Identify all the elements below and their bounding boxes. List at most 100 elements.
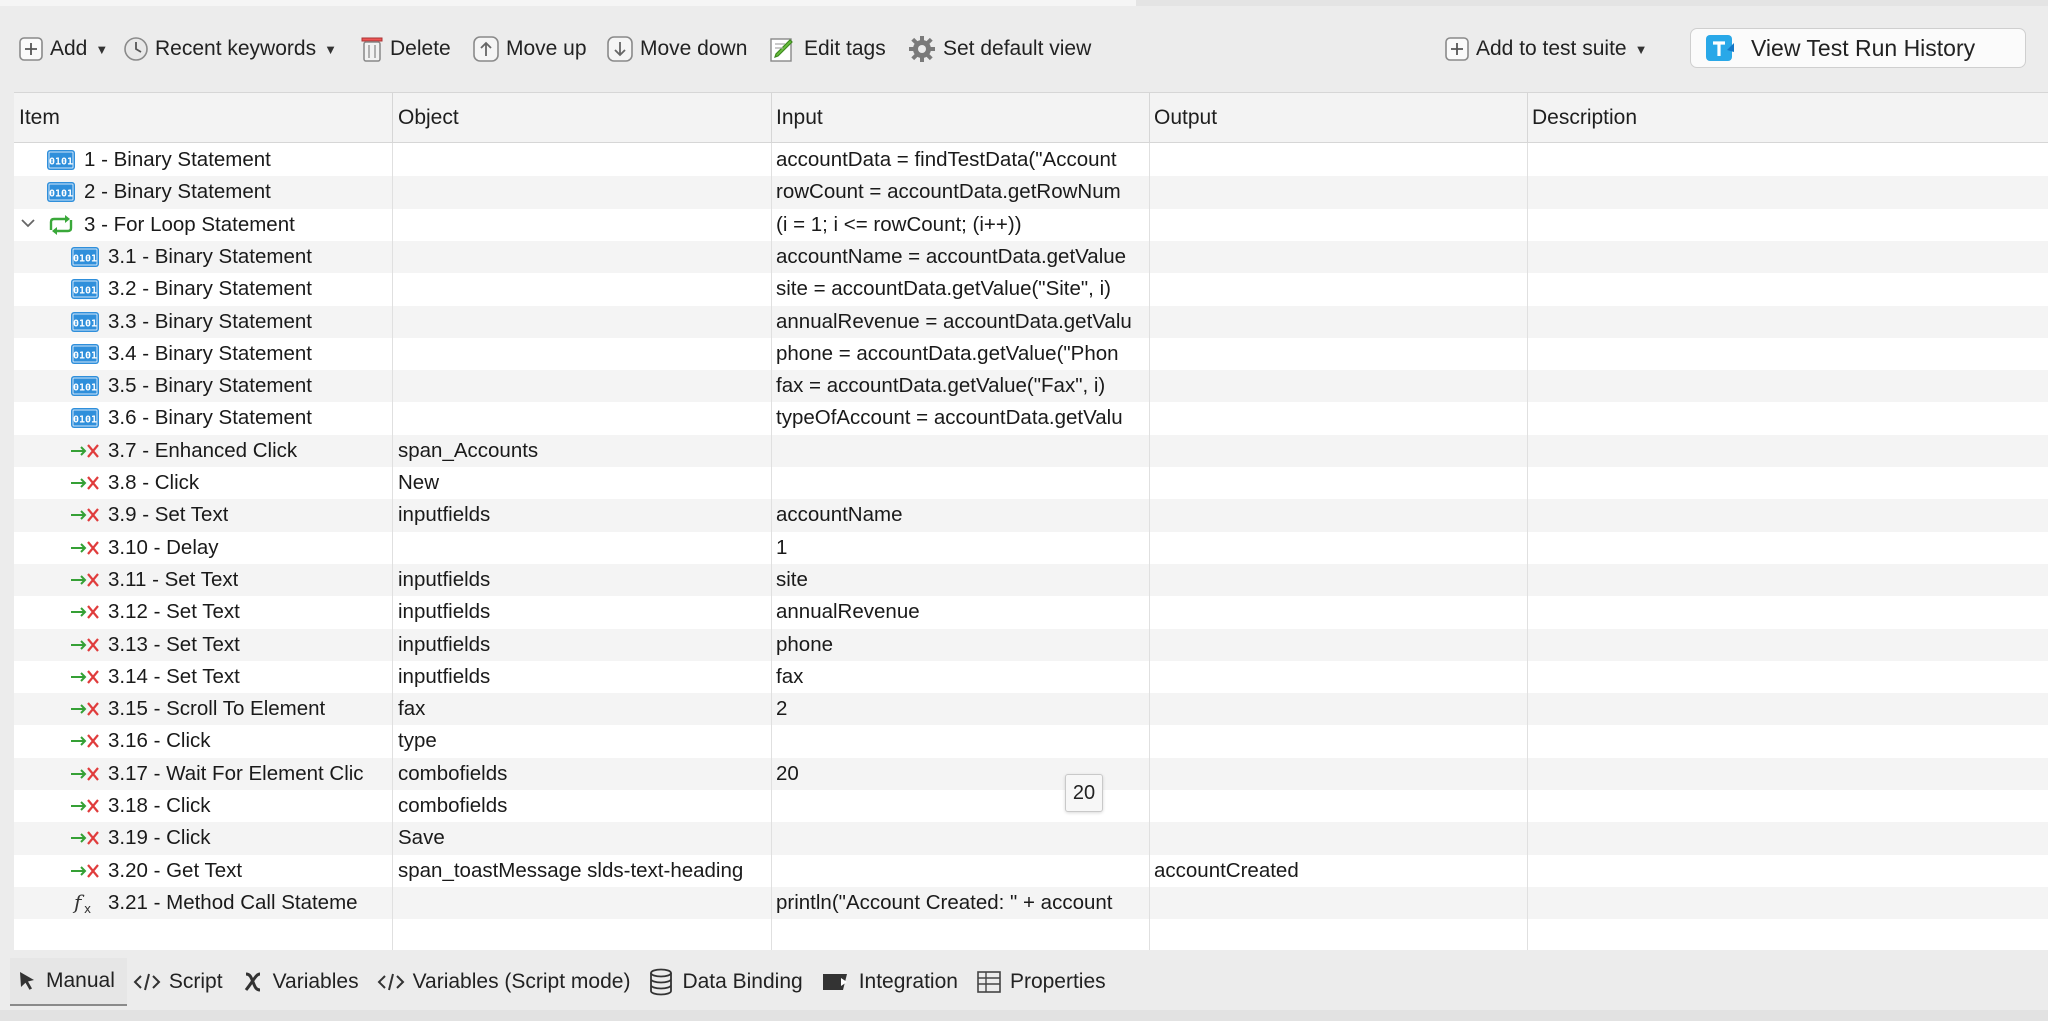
add-to-test-suite-button[interactable]: Add to test suite ▼ — [1444, 24, 1647, 74]
description-cell[interactable] — [1527, 402, 2047, 434]
description-cell[interactable] — [1527, 661, 2047, 693]
object-cell[interactable] — [393, 370, 771, 402]
table-row[interactable]: 3.10 - Delay 1 — [14, 532, 2048, 564]
column-header-output[interactable]: Output — [1149, 93, 1527, 143]
table-row[interactable]: 0101 3.1 - Binary Statement accountName = … — [14, 240, 2048, 274]
item-cell[interactable]: 3.15 - Scroll To Element — [14, 693, 392, 725]
table-row[interactable]: 3.20 - Get Text span_toastMessage slds-te… — [14, 855, 2048, 887]
input-cell[interactable]: site — [771, 564, 1149, 596]
description-cell[interactable] — [1527, 855, 2047, 887]
description-cell[interactable] — [1527, 467, 2047, 499]
set-default-view-button[interactable]: Set default view — [907, 24, 1091, 74]
item-cell[interactable]: 3.13 - Set Text — [14, 629, 392, 661]
table-row[interactable]: 0101 1 - Binary Statement accountData = fi… — [14, 144, 2048, 176]
output-cell[interactable] — [1149, 725, 1527, 757]
object-cell[interactable]: Save — [393, 822, 771, 854]
output-cell[interactable] — [1149, 887, 1527, 919]
item-cell[interactable]: 0101 3.6 - Binary Statement — [14, 402, 392, 434]
table-row[interactable]: 0101 2 - Binary Statement rowCount = accou… — [14, 176, 2048, 209]
tab-script[interactable]: Script — [127, 958, 235, 1006]
recent-keywords-button[interactable]: Recent keywords ▼ — [123, 24, 337, 74]
output-cell[interactable]: accountCreated — [1149, 855, 1527, 887]
object-cell[interactable] — [393, 402, 771, 434]
tree-toggle[interactable] — [14, 209, 44, 241]
input-cell[interactable]: (i = 1; i <= rowCount; (i++)) — [771, 209, 1149, 241]
object-cell[interactable]: span_toastMessage slds-text-heading — [393, 855, 771, 887]
table-row[interactable]: 3.13 - Set Text inputfields phone — [14, 628, 2048, 661]
object-cell[interactable]: combofields — [393, 758, 771, 790]
table-row[interactable]: 3.9 - Set Text inputfields accountName — [14, 499, 2048, 532]
tab-integration[interactable]: Integration — [815, 958, 970, 1006]
description-cell[interactable] — [1527, 144, 2047, 176]
description-cell[interactable] — [1527, 338, 2047, 370]
view-test-run-history-button[interactable]: View Test Run History — [1690, 28, 2026, 68]
item-cell[interactable]: 3.16 - Click — [14, 725, 392, 757]
edit-tags-button[interactable]: Edit tags — [768, 24, 886, 74]
table-row[interactable]: 3 - For Loop Statement (i = 1; i <= rowCo… — [14, 209, 2048, 241]
item-cell[interactable]: 0101 3.2 - Binary Statement — [14, 273, 392, 305]
output-cell[interactable] — [1149, 629, 1527, 661]
item-cell[interactable]: 3.19 - Click — [14, 822, 392, 854]
object-cell[interactable] — [393, 144, 771, 176]
active-editor-tab-indicator[interactable] — [0, 0, 1136, 6]
description-cell[interactable] — [1527, 822, 2047, 854]
move-up-button[interactable]: Move up — [472, 24, 587, 74]
item-cell[interactable]: 3.9 - Set Text — [14, 499, 392, 531]
item-cell[interactable]: 3.14 - Set Text — [14, 661, 392, 693]
object-cell[interactable]: inputfields — [393, 564, 771, 596]
output-cell[interactable] — [1149, 144, 1527, 176]
input-cell[interactable]: site = accountData.getValue("Site", i) — [771, 273, 1149, 305]
input-cell[interactable]: phone — [771, 629, 1149, 661]
tab-variables[interactable]: Variables — [235, 958, 371, 1006]
table-row[interactable]: 3.12 - Set Text inputfields annualRevenue — [14, 596, 2048, 628]
column-header-item[interactable]: Item — [14, 93, 392, 143]
item-cell[interactable]: 0101 1 - Binary Statement — [14, 144, 392, 176]
output-cell[interactable] — [1149, 532, 1527, 564]
item-cell[interactable]: 3.17 - Wait For Element Clic — [14, 758, 392, 790]
output-cell[interactable] — [1149, 338, 1527, 370]
description-cell[interactable] — [1527, 499, 2047, 531]
item-cell[interactable]: 3.11 - Set Text — [14, 564, 392, 596]
description-cell[interactable] — [1527, 725, 2047, 757]
item-cell[interactable]: 3.20 - Get Text — [14, 855, 392, 887]
output-cell[interactable] — [1149, 467, 1527, 499]
tab-properties[interactable]: Properties — [970, 958, 1118, 1006]
object-cell[interactable] — [393, 241, 771, 273]
output-cell[interactable] — [1149, 176, 1527, 208]
tab-manual[interactable]: Manual — [10, 958, 127, 1006]
object-cell[interactable]: type — [393, 725, 771, 757]
object-cell[interactable] — [393, 176, 771, 208]
item-cell[interactable]: 3.12 - Set Text — [14, 596, 392, 628]
input-cell[interactable] — [771, 725, 1149, 757]
add-button[interactable]: Add ▼ — [18, 24, 108, 74]
table-row[interactable]: f x 3.21 - Method Call Stateme println("Acc… — [14, 886, 2048, 920]
chevron-down-icon[interactable]: ▼ — [1635, 42, 1648, 57]
table-row[interactable]: 3.17 - Wait For Element Clic combofields 2… — [14, 757, 2048, 790]
input-cell[interactable]: annualRevenue — [771, 596, 1149, 628]
input-cell[interactable]: fax — [771, 661, 1149, 693]
input-cell[interactable] — [771, 822, 1149, 854]
input-cell[interactable]: println("Account Created: " + account — [771, 887, 1149, 919]
table-row[interactable]: 3.8 - Click New — [14, 467, 2048, 499]
column-header-input[interactable]: Input — [771, 93, 1149, 143]
output-cell[interactable] — [1149, 693, 1527, 725]
tab-data-binding[interactable]: Data Binding — [642, 958, 814, 1006]
input-cell[interactable] — [771, 467, 1149, 499]
input-cell[interactable]: 1 — [771, 532, 1149, 564]
input-cell[interactable]: accountData = findTestData("Account — [771, 144, 1149, 176]
input-cell[interactable]: accountName — [771, 499, 1149, 531]
input-cell[interactable] — [771, 855, 1149, 887]
input-cell[interactable]: typeOfAccount = accountData.getValu — [771, 402, 1149, 434]
description-cell[interactable] — [1527, 176, 2047, 208]
object-cell[interactable]: New — [393, 467, 771, 499]
input-cell[interactable]: fax = accountData.getValue("Fax", i) — [771, 370, 1149, 402]
object-cell[interactable]: inputfields — [393, 499, 771, 531]
input-cell[interactable] — [771, 435, 1149, 467]
object-cell[interactable] — [393, 532, 771, 564]
output-cell[interactable] — [1149, 596, 1527, 628]
output-cell[interactable] — [1149, 499, 1527, 531]
table-row[interactable]: 0101 3.6 - Binary Statement typeOfAccount … — [14, 402, 2048, 434]
table-row[interactable]: 3.7 - Enhanced Click span_Accounts — [14, 434, 2048, 467]
table-row[interactable]: 3.14 - Set Text inputfields fax — [14, 661, 2048, 693]
tab-variables-script-mode[interactable]: Variables (Script mode) — [371, 958, 643, 1006]
